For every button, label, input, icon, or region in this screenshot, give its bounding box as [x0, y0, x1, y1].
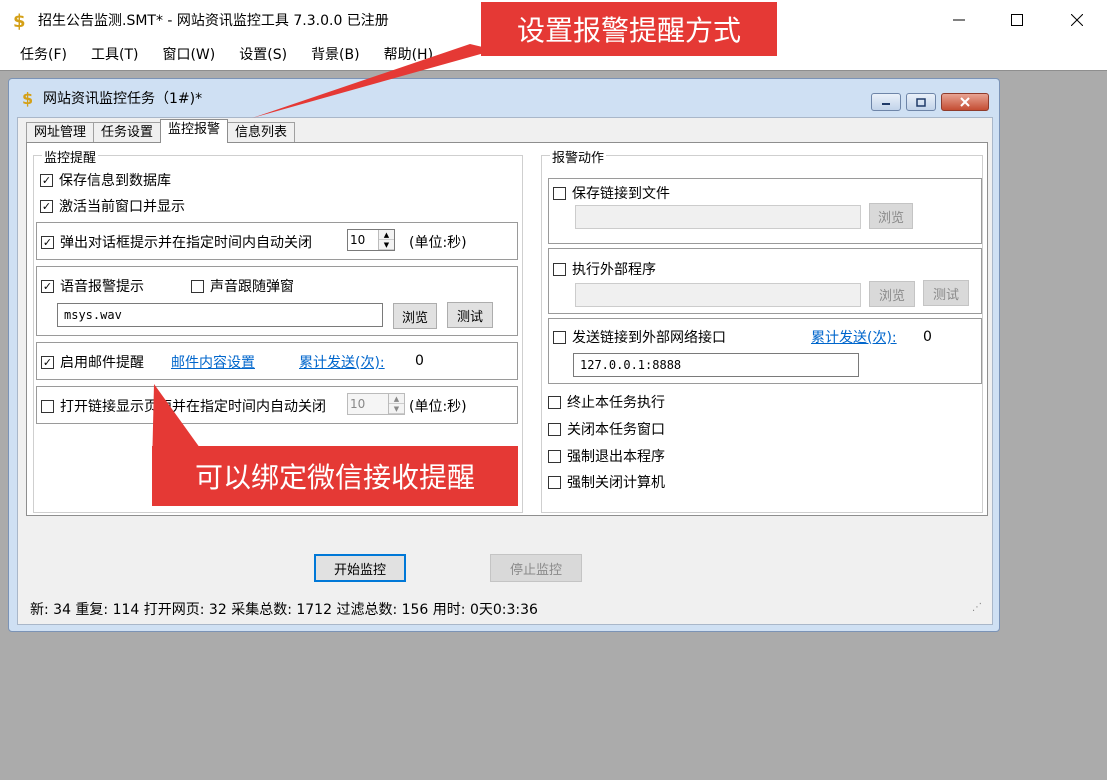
menu-window[interactable]: 窗口(W): [150, 40, 227, 70]
spin-down-icon[interactable]: ▼: [389, 404, 404, 414]
spin-up-icon[interactable]: ▲: [379, 230, 394, 240]
tab-task-settings[interactable]: 任务设置: [93, 122, 162, 143]
menu-settings[interactable]: 设置(S): [227, 40, 299, 70]
resize-grip-icon[interactable]: ⋰: [972, 602, 982, 613]
dialog-box-section: ✓ 弹出对话框提示并在指定时间内自动关闭 10 ▲ ▼ (单位:秒): [36, 222, 518, 260]
network-sent-count-link[interactable]: 累计发送(次):: [811, 327, 897, 347]
maximize-icon: [1011, 14, 1023, 26]
open-link-seconds-stepper[interactable]: 10 ▲ ▼: [347, 393, 405, 415]
open-link-unit-label: (单位:秒): [409, 399, 467, 415]
checkmark-icon: ✓: [41, 235, 54, 249]
spin-up-icon[interactable]: ▲: [389, 394, 404, 404]
tab-strip: 网址管理 任务设置 监控报警 信息列表: [26, 119, 296, 143]
sound-test-button[interactable]: 测试: [447, 302, 493, 328]
save-db-checkbox[interactable]: ✓ 保存信息到数据库: [40, 170, 171, 190]
tab-monitor-alarm[interactable]: 监控报警: [160, 119, 229, 143]
email-sent-count: 0: [415, 353, 424, 369]
save-to-file-checkbox[interactable]: 保存链接到文件: [553, 183, 670, 203]
restore-icon: [916, 97, 926, 107]
send-network-section: 发送链接到外部网络接口 累计发送(次): 0 127.0.0.1:8888: [548, 318, 982, 384]
task-child-window: $ 网站资讯监控任务（1#)* 网址管理 任务设置 监控报警 信息列表 监控提醒…: [8, 78, 1000, 632]
sound-browse-button[interactable]: 浏览: [393, 303, 437, 329]
app-dollar-icon: $: [10, 10, 30, 30]
network-address-input[interactable]: 127.0.0.1:8888: [573, 353, 859, 377]
minimize-button[interactable]: [930, 0, 988, 40]
program-browse-button[interactable]: 浏览: [869, 281, 915, 307]
child-minimize-button[interactable]: [871, 93, 901, 111]
checkmark-icon: ✓: [41, 355, 54, 369]
stop-monitor-button[interactable]: 停止监控: [490, 554, 582, 582]
svg-text:$: $: [13, 11, 26, 30]
child-window-title: 网站资讯监控任务（1#)*: [43, 91, 203, 107]
callout-alarm-method: 设置报警提醒方式: [481, 2, 777, 56]
group-title: 监控提醒: [42, 147, 99, 166]
voice-alarm-section: ✓ 语音报警提示 声音跟随弹窗 msys.wav 浏览 测试: [36, 266, 518, 336]
program-test-button[interactable]: 测试: [923, 280, 969, 306]
dialog-seconds-stepper[interactable]: 10 ▲ ▼: [347, 229, 395, 251]
dialog-unit-label: (单位:秒): [409, 235, 467, 251]
save-file-section: 保存链接到文件 浏览: [548, 178, 982, 244]
sound-follow-popup-checkbox[interactable]: 声音跟随弹窗: [191, 276, 294, 296]
voice-alarm-checkbox[interactable]: ✓ 语音报警提示: [41, 276, 144, 296]
email-section: ✓ 启用邮件提醒 邮件内容设置 累计发送(次): 0: [36, 342, 518, 380]
tab-info-list[interactable]: 信息列表: [227, 122, 296, 143]
group-title: 报警动作: [550, 147, 607, 166]
program-path-input[interactable]: [575, 283, 861, 307]
email-alert-checkbox[interactable]: ✓ 启用邮件提醒: [41, 352, 144, 372]
force-shutdown-checkbox[interactable]: 强制关闭计算机: [548, 472, 665, 492]
close-icon: [1071, 14, 1083, 26]
minimize-icon: [882, 103, 890, 105]
start-monitor-button[interactable]: 开始监控: [314, 554, 406, 582]
child-window-body: 网址管理 任务设置 监控报警 信息列表 监控提醒 ✓ 保存信息到数据库 ✓ 激活…: [17, 117, 993, 625]
save-file-path-input[interactable]: [575, 205, 861, 229]
close-icon: [960, 97, 970, 107]
checkmark-icon: ✓: [40, 173, 53, 187]
save-file-browse-button[interactable]: 浏览: [869, 203, 913, 229]
run-external-program-checkbox[interactable]: 执行外部程序: [553, 259, 656, 279]
svg-text:$: $: [22, 89, 33, 107]
activate-window-checkbox[interactable]: ✓ 激活当前窗口并显示: [40, 196, 185, 216]
stop-task-checkbox[interactable]: 终止本任务执行: [548, 392, 665, 412]
menu-tools[interactable]: 工具(T): [79, 40, 150, 70]
open-link-checkbox[interactable]: 打开链接显示页面并在指定时间内自动关闭: [41, 396, 326, 416]
alarm-actions-group: 报警动作 保存链接到文件 浏览 执行外部程序 浏览 测试 发送链接到外部网络接口…: [541, 147, 983, 513]
network-sent-count: 0: [923, 329, 932, 345]
tab-url-management[interactable]: 网址管理: [26, 122, 95, 143]
maximize-button[interactable]: [988, 0, 1046, 40]
close-button[interactable]: [1048, 0, 1106, 40]
menu-background[interactable]: 背景(B): [299, 40, 372, 70]
child-restore-button[interactable]: [906, 93, 936, 111]
spin-down-icon[interactable]: ▼: [379, 240, 394, 250]
popup-dialog-checkbox[interactable]: ✓ 弹出对话框提示并在指定时间内自动关闭: [41, 232, 312, 252]
email-sent-count-link[interactable]: 累计发送(次):: [299, 352, 385, 372]
status-bar: 新: 34 重复: 114 打开网页: 32 采集总数: 1712 过滤总数: …: [30, 602, 538, 618]
open-link-section: 打开链接显示页面并在指定时间内自动关闭 10 ▲ ▼ (单位:秒): [36, 386, 518, 424]
minimize-icon: [953, 19, 965, 21]
callout-wechat-binding: 可以绑定微信接收提醒: [152, 446, 518, 506]
menu-help[interactable]: 帮助(H): [372, 40, 445, 70]
run-program-section: 执行外部程序 浏览 测试: [548, 248, 982, 314]
checkmark-icon: ✓: [41, 279, 54, 293]
window-title: 招生公告监测.SMT* - 网站资讯监控工具 7.3.0.0 已注册: [38, 13, 389, 29]
task-dollar-icon: $: [19, 89, 37, 107]
checkmark-icon: ✓: [40, 199, 53, 213]
sound-file-input[interactable]: msys.wav: [57, 303, 383, 327]
close-task-window-checkbox[interactable]: 关闭本任务窗口: [548, 419, 665, 439]
menu-task[interactable]: 任务(F): [8, 40, 79, 70]
child-close-button[interactable]: [941, 93, 989, 111]
email-content-settings-link[interactable]: 邮件内容设置: [171, 352, 255, 372]
send-to-network-checkbox[interactable]: 发送链接到外部网络接口: [553, 327, 726, 347]
force-exit-app-checkbox[interactable]: 强制退出本程序: [548, 446, 665, 466]
child-titlebar[interactable]: $ 网站资讯监控任务（1#)*: [9, 79, 999, 117]
